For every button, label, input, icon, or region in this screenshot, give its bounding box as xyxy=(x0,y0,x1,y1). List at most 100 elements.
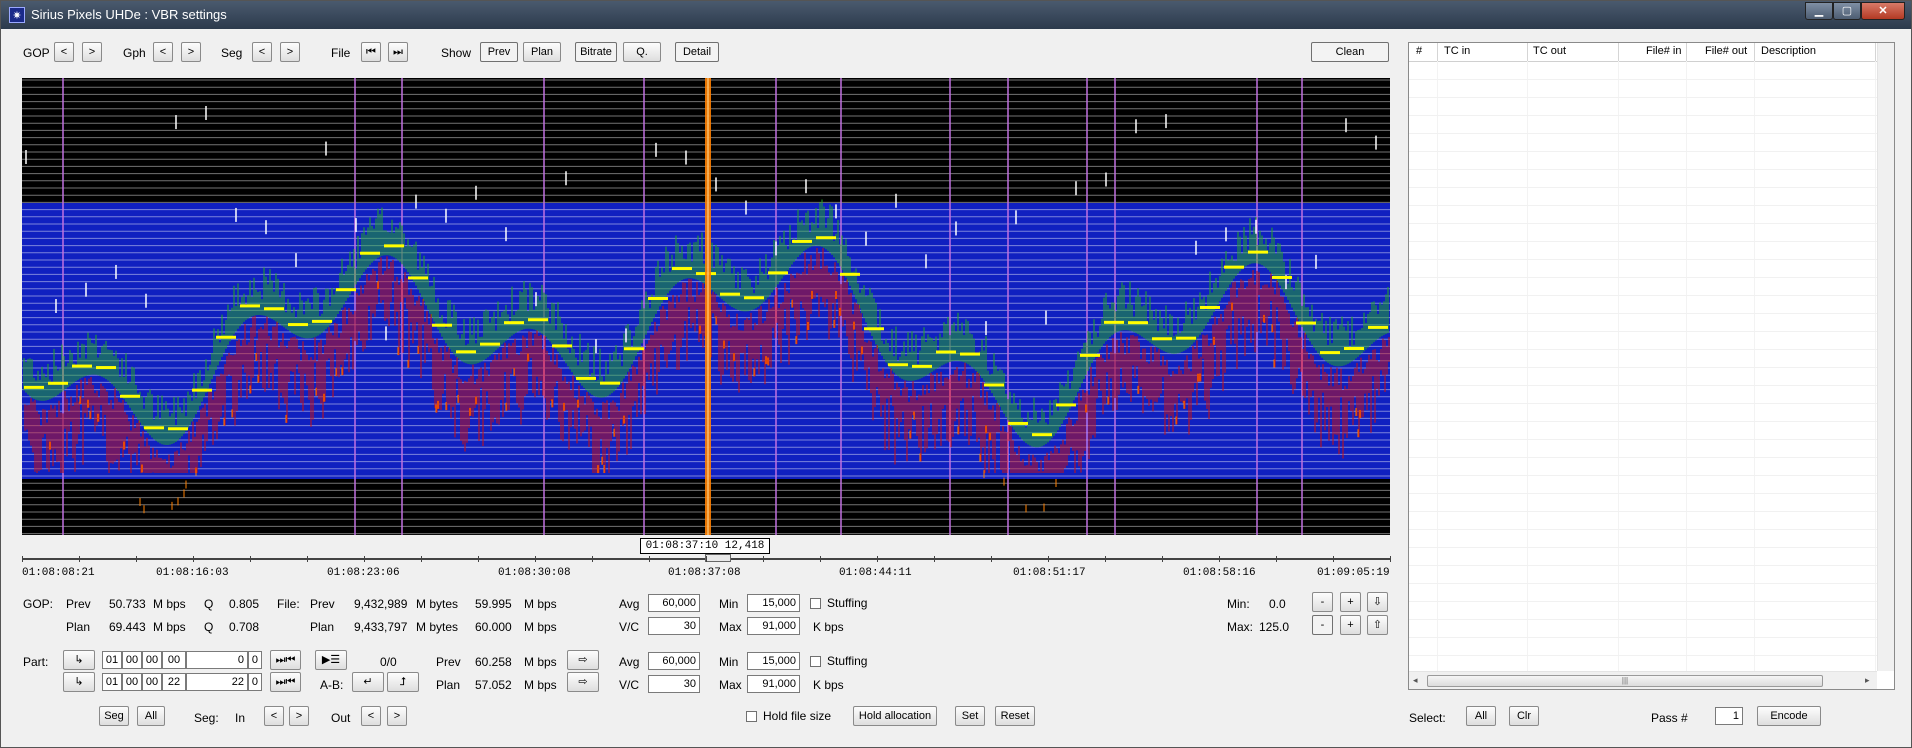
bitrate-graph[interactable] xyxy=(22,78,1390,535)
part-avg-input[interactable]: 60,000 xyxy=(648,652,700,670)
set-button[interactable]: Set xyxy=(955,706,985,726)
gop-next-button[interactable]: > xyxy=(82,42,102,62)
gph-prev-button[interactable]: < xyxy=(153,42,173,62)
horizontal-scrollbar[interactable]: ◂ ||| ▸ xyxy=(1409,671,1877,689)
vbr-settings-window: ✷ Sirius Pixels UHDe : VBR settings ▁ ▢ … xyxy=(0,0,1912,748)
show-prev-toggle[interactable]: Prev xyxy=(480,42,518,62)
part-in-seconds[interactable]: 00 xyxy=(142,651,162,669)
col-description[interactable]: Description xyxy=(1761,45,1816,57)
file-stuffing-checkbox[interactable] xyxy=(810,598,821,609)
file-first-button[interactable]: ⏮ xyxy=(361,42,381,62)
select-clear-button[interactable]: Clr xyxy=(1509,706,1539,726)
minimize-button[interactable]: ▁ xyxy=(1805,2,1833,20)
col-tc-out[interactable]: TC out xyxy=(1533,45,1566,57)
part-out-frame-number[interactable]: 22 xyxy=(186,673,248,691)
part-in-frame-number[interactable]: 0 xyxy=(186,651,248,669)
part-out-minutes[interactable]: 00 xyxy=(122,673,142,691)
part-out-goto-button[interactable]: ⏭⏮ xyxy=(270,672,301,692)
timeline-thumb[interactable] xyxy=(705,554,731,562)
scale-down-button[interactable]: ⇩ xyxy=(1367,592,1388,612)
seg-next-button[interactable]: > xyxy=(280,42,300,62)
scale-min-decrease-button[interactable]: - xyxy=(1312,592,1333,612)
seg-in-prev-button[interactable]: < xyxy=(264,706,284,726)
part-in-hours[interactable]: 01 xyxy=(102,651,122,669)
scroll-left-icon[interactable]: ◂ xyxy=(1413,675,1418,686)
timeline-tick xyxy=(820,556,821,562)
part-in-minutes[interactable]: 00 xyxy=(122,651,142,669)
list-row-line xyxy=(1409,313,1894,314)
part-out-set-button[interactable]: ↳ xyxy=(63,672,95,692)
reset-button[interactable]: Reset xyxy=(995,706,1035,726)
gph-next-button[interactable]: > xyxy=(181,42,201,62)
show-bitrate-toggle[interactable]: Bitrate xyxy=(575,42,617,62)
list-row-line xyxy=(1409,367,1894,368)
select-label: Select: xyxy=(1409,711,1446,725)
part-apply-plan-button[interactable]: ⇨ xyxy=(567,672,599,692)
horizontal-scroll-thumb[interactable]: ||| xyxy=(1427,675,1823,687)
plan-level-mark xyxy=(96,366,116,370)
gop-prev-button[interactable]: < xyxy=(54,42,74,62)
segment-list[interactable]: # TC in TC out File# in File# out Descri… xyxy=(1408,42,1895,690)
part-label: Part: xyxy=(23,655,49,669)
scale-max-decrease-button[interactable]: - xyxy=(1312,615,1333,635)
plan-level-mark xyxy=(744,296,764,300)
file-last-button[interactable]: ⏭ xyxy=(388,42,408,62)
col-index[interactable]: # xyxy=(1416,45,1422,57)
part-out-seconds[interactable]: 00 xyxy=(142,673,162,691)
seg-in-next-button[interactable]: > xyxy=(289,706,309,726)
part-min-input[interactable]: 15,000 xyxy=(747,652,800,670)
timeline-tick xyxy=(877,556,878,562)
file-nav-label: File xyxy=(331,46,351,60)
part-out-hours[interactable]: 01 xyxy=(102,673,122,691)
clean-button[interactable]: Clean xyxy=(1311,42,1389,62)
col-file-in[interactable]: File# in xyxy=(1646,45,1681,57)
part-max-input[interactable]: 91,000 xyxy=(747,675,800,693)
file-avg-input[interactable]: 60,000 xyxy=(648,594,700,612)
ab-end-button[interactable]: ⮥ xyxy=(387,672,419,692)
plan-level-mark xyxy=(840,272,860,276)
hold-file-size-checkbox[interactable] xyxy=(746,711,757,722)
part-in-set-button[interactable]: ↳ xyxy=(63,650,95,670)
part-out-sub[interactable]: 0 xyxy=(248,673,262,691)
col-file-out[interactable]: File# out xyxy=(1705,45,1747,57)
part-out-frames[interactable]: 22 xyxy=(162,673,186,691)
maximize-button[interactable]: ▢ xyxy=(1833,2,1861,20)
ab-start-button[interactable]: ↵ xyxy=(352,672,384,692)
scroll-right-icon[interactable]: ▸ xyxy=(1865,675,1870,686)
part-avg-label: Avg xyxy=(619,655,640,669)
file-max-input[interactable]: 91,000 xyxy=(747,617,800,635)
file-min-input[interactable]: 15,000 xyxy=(747,594,800,612)
scale-max-increase-button[interactable]: + xyxy=(1340,615,1361,635)
all-button[interactable]: All xyxy=(137,706,165,726)
vertical-scrollbar[interactable] xyxy=(1877,43,1894,671)
seg-prev-button[interactable]: < xyxy=(252,42,272,62)
part-in-goto-button[interactable]: ⏭⏮ xyxy=(270,650,301,670)
title-bar[interactable]: ✷ Sirius Pixels UHDe : VBR settings ▁ ▢ … xyxy=(1,1,1911,29)
timeline-label: 01:08:30:08 xyxy=(498,567,571,579)
list-row-line xyxy=(1409,547,1894,548)
plan-level-mark xyxy=(1272,275,1292,279)
timeline-label: 01:08:16:03 xyxy=(156,567,229,579)
scale-min-increase-button[interactable]: + xyxy=(1340,592,1361,612)
part-in-sub[interactable]: 0 xyxy=(248,651,262,669)
part-vc-input[interactable]: 30 xyxy=(648,675,700,693)
part-stuffing-checkbox[interactable] xyxy=(810,656,821,667)
show-plan-toggle[interactable]: Plan xyxy=(523,42,561,62)
show-detail-toggle[interactable]: Detail xyxy=(675,42,719,62)
part-in-frames[interactable]: 00 xyxy=(162,651,186,669)
part-apply-prev-button[interactable]: ⇨ xyxy=(567,650,599,670)
seg-out-prev-button[interactable]: < xyxy=(361,706,381,726)
hold-allocation-button[interactable]: Hold allocation xyxy=(853,706,937,726)
scale-up-button[interactable]: ⇧ xyxy=(1367,615,1388,635)
seg-button[interactable]: Seg xyxy=(99,706,129,726)
pass-input[interactable]: 1 xyxy=(1715,707,1743,725)
show-q-toggle[interactable]: Q. xyxy=(623,42,661,62)
seg-out-next-button[interactable]: > xyxy=(387,706,407,726)
timeline-tick xyxy=(364,556,365,562)
encode-button[interactable]: Encode xyxy=(1757,706,1821,726)
select-all-button[interactable]: All xyxy=(1466,706,1496,726)
file-vc-input[interactable]: 30 xyxy=(648,617,700,635)
close-button[interactable]: ✕ xyxy=(1861,2,1905,20)
part-list-button[interactable]: ▶☰ xyxy=(315,650,347,670)
col-tc-in[interactable]: TC in xyxy=(1444,45,1470,57)
